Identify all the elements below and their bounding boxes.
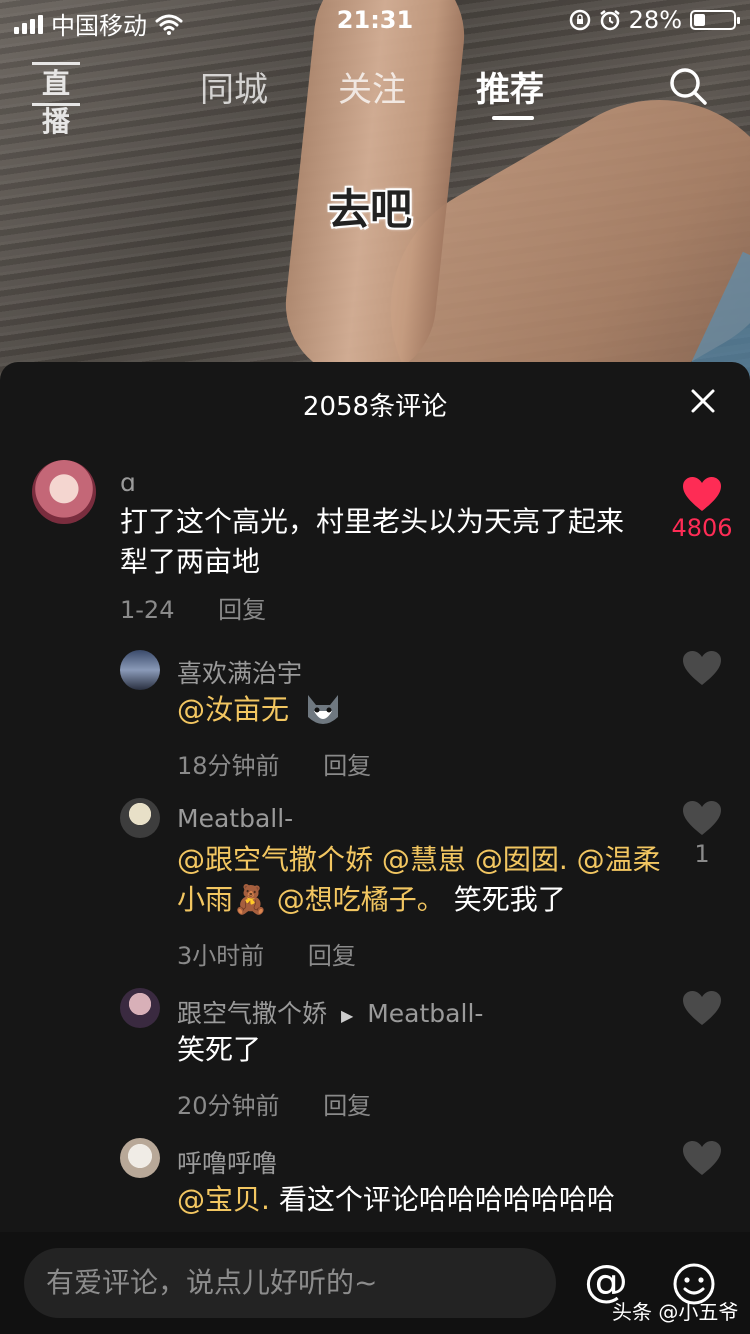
comment-text-body: 笑死我了 — [453, 883, 566, 916]
status-bar: 中国移动 21:31 28% — [0, 0, 750, 40]
avatar[interactable] — [120, 650, 160, 690]
comment-username[interactable]: 喜欢满治宇 — [177, 654, 302, 690]
like-count: 4806 — [671, 514, 733, 542]
comment-date: 3小时前 — [177, 942, 265, 970]
like-button[interactable] — [682, 800, 722, 836]
like-count: 1 — [694, 840, 710, 868]
like-button[interactable] — [682, 1140, 722, 1176]
top-nav: 直播 同城 关注 推荐 — [0, 58, 750, 138]
husky-emoji-icon — [304, 693, 342, 729]
avatar[interactable] — [120, 1138, 160, 1178]
comment-meta: 20分钟前 回复 — [177, 1086, 407, 1121]
video-background[interactable]: 去吧 — [0, 0, 750, 380]
live-tv-icon[interactable]: 直播 — [32, 62, 80, 138]
mention[interactable]: @想吃橘子。 — [277, 883, 445, 916]
comments-sheet: 2058条评论 ɑ 打了这个高光，村里老头以为天亮了起来犁了两亩地 1-24 回… — [0, 362, 750, 1334]
mention[interactable]: @宝贝. — [177, 1183, 270, 1216]
mention[interactable]: @跟空气撒个娇 — [177, 843, 373, 876]
comment-date: 1-24 — [120, 596, 175, 624]
heart-filled-icon — [683, 477, 721, 511]
avatar[interactable] — [120, 988, 160, 1028]
comments-count-title: 2058条评论 — [302, 392, 448, 422]
mention[interactable]: @囡囡. — [475, 843, 568, 876]
like-button[interactable] — [682, 990, 722, 1026]
comment-username[interactable]: 跟空气撒个娇 — [177, 999, 327, 1028]
watermark: 头条 @小五爷 — [612, 1300, 739, 1324]
video-caption: 去吧 — [328, 185, 413, 234]
comment-username-line: 跟空气撒个娇 ▶ Meatball- — [177, 994, 483, 1030]
close-icon[interactable] — [690, 388, 716, 414]
reply-button[interactable]: 回复 — [323, 1092, 371, 1120]
reply-arrow-icon: ▶ — [340, 1005, 354, 1025]
comment-username[interactable]: 呼噜呼噜 — [177, 1144, 277, 1180]
heart-icon — [683, 1141, 721, 1175]
avatar[interactable] — [120, 798, 160, 838]
comment-meta: 1-24 回复 — [120, 590, 302, 625]
comment-date: 18分钟前 — [177, 752, 280, 780]
comment-text: 打了这个高光，村里老头以为天亮了起来犁了两亩地 — [120, 505, 625, 578]
comment-username[interactable]: ɑ — [120, 468, 136, 497]
comment-username[interactable]: Meatball- — [177, 804, 293, 833]
reply-to-username[interactable]: Meatball- — [367, 999, 483, 1028]
search-icon[interactable] — [668, 66, 708, 106]
avatar[interactable] — [32, 460, 96, 524]
comment-input[interactable]: 有爱评论，说点儿好听的~ — [24, 1248, 556, 1318]
heart-icon — [683, 651, 721, 685]
comment-meta: 3小时前 回复 — [177, 936, 392, 971]
battery-percent: 28% — [628, 6, 682, 34]
like-button[interactable] — [682, 476, 722, 512]
comment-meta: 18分钟前 回复 — [177, 746, 407, 781]
rotation-lock-icon — [569, 9, 590, 31]
mention[interactable]: @汝亩无 — [177, 693, 289, 726]
reply-button[interactable]: 回复 — [218, 596, 266, 624]
reply-button[interactable]: 回复 — [323, 752, 371, 780]
comment-text-body: 看这个评论哈哈哈哈哈哈哈 — [278, 1183, 615, 1216]
comment-text: @汝亩无 — [177, 690, 647, 730]
tab-following[interactable]: 关注 — [338, 62, 406, 111]
comment-date: 20分钟前 — [177, 1092, 280, 1120]
tab-recommended[interactable]: 推荐 — [476, 62, 544, 111]
like-button[interactable] — [682, 650, 722, 686]
active-tab-indicator — [492, 116, 534, 120]
reply-button[interactable]: 回复 — [308, 942, 356, 970]
heart-icon — [683, 991, 721, 1025]
alarm-icon — [599, 10, 620, 31]
battery-icon — [690, 10, 740, 30]
heart-icon — [683, 801, 721, 835]
comment-text: @宝贝. 看这个评论哈哈哈哈哈哈哈 — [177, 1180, 657, 1220]
tab-same-city[interactable]: 同城 — [200, 62, 268, 111]
mention[interactable]: @慧崽 — [382, 843, 466, 876]
comment-text: @跟空气撒个娇 @慧崽 @囡囡. @温柔小雨🧸 @想吃橘子。 笑死我了 — [177, 840, 667, 920]
comment-text: 笑死了 — [177, 1033, 262, 1066]
